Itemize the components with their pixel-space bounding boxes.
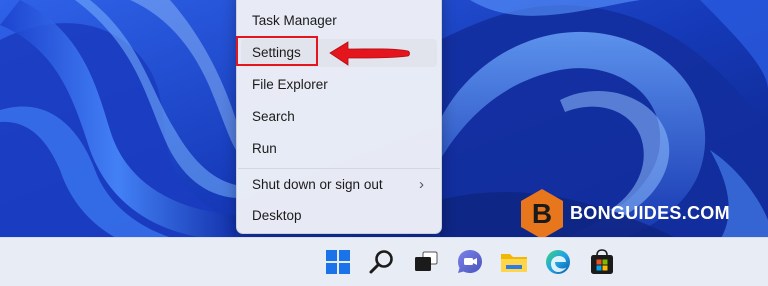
- menu-item-label: File Explorer: [252, 77, 328, 92]
- store-icon[interactable]: [586, 246, 618, 278]
- menu-item-label: Task Manager: [252, 13, 337, 28]
- menu-item-label: Run: [252, 141, 277, 156]
- menu-item-run[interactable]: Run: [241, 135, 437, 163]
- windows-start-icon[interactable]: [322, 246, 354, 278]
- red-arrow-icon: [329, 41, 410, 66]
- menu-item-label: Desktop: [252, 208, 302, 223]
- bonguides-logo-icon: B: [521, 189, 563, 239]
- menu-item-search[interactable]: Search: [241, 103, 437, 131]
- watermark-text: BONGUIDES.COM: [570, 203, 730, 223]
- settings-highlight-box: [236, 36, 318, 66]
- edge-icon[interactable]: [542, 246, 574, 278]
- menu-item-file-explorer[interactable]: File Explorer: [241, 71, 437, 99]
- task-view-icon[interactable]: [410, 246, 442, 278]
- taskbar: [0, 237, 768, 286]
- search-icon[interactable]: [366, 246, 398, 278]
- file-explorer-icon[interactable]: [498, 246, 530, 278]
- menu-item-desktop[interactable]: Desktop: [241, 202, 437, 230]
- svg-text:B: B: [532, 198, 552, 229]
- menu-item-label: Search: [252, 109, 295, 124]
- menu-item-shut-down-or-sign-out[interactable]: Shut down or sign out ›: [241, 171, 437, 199]
- menu-separator: [238, 168, 440, 169]
- chevron-right-icon: ›: [419, 176, 424, 193]
- menu-item-label: Shut down or sign out: [252, 177, 383, 192]
- chat-icon[interactable]: [454, 246, 486, 278]
- menu-item-task-manager[interactable]: Task Manager: [241, 7, 437, 35]
